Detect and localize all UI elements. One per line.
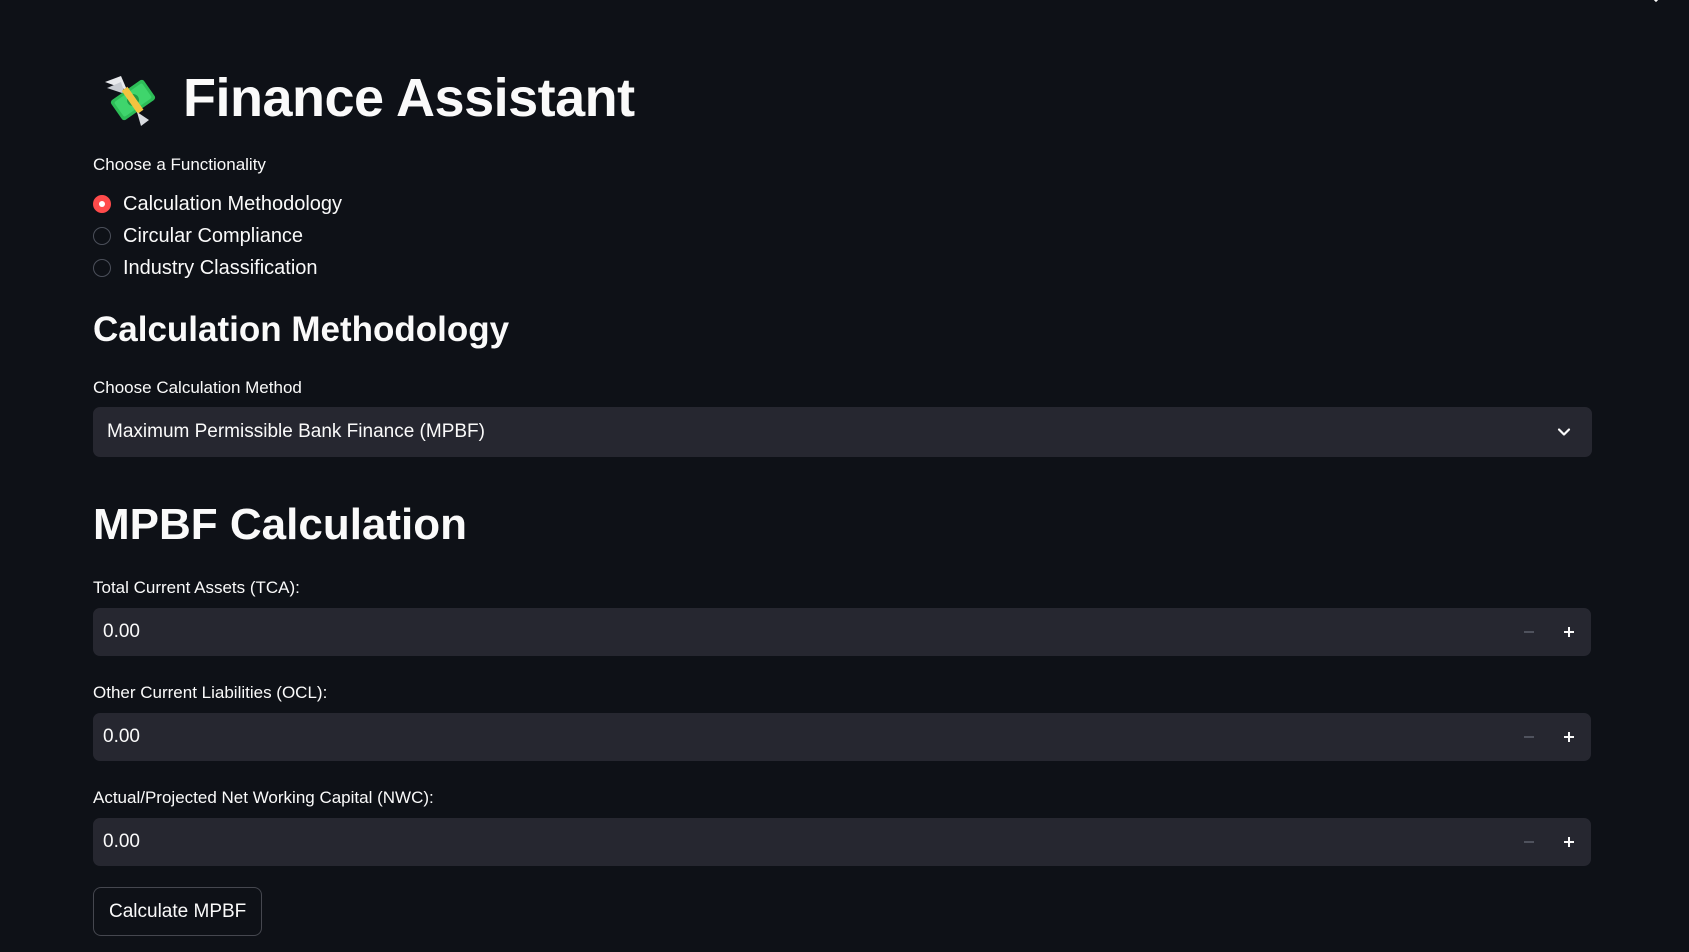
chevron-down-icon[interactable] [1554, 422, 1574, 442]
tca-input-wrapper [93, 607, 1591, 657]
plus-icon [1564, 627, 1574, 637]
radio-industry-classification[interactable]: Industry Classification [93, 252, 342, 284]
functionality-label: Choose a Functionality [93, 155, 266, 174]
app-page: $ Finance Assistant Choose a Functionali… [0, 0, 1689, 952]
plus-icon [1564, 732, 1574, 742]
mpbf-heading: MPBF Calculation [93, 500, 468, 549]
menu-icon[interactable] [1651, 0, 1661, 4]
radio-label: Industry Classification [123, 256, 318, 279]
select-value: Maximum Permissible Bank Finance (MPBF) [107, 421, 485, 442]
decrement-button[interactable] [1509, 818, 1549, 866]
tca-input[interactable] [93, 607, 1509, 657]
radio-label: Calculation Methodology [123, 192, 343, 215]
increment-button[interactable] [1549, 818, 1589, 866]
plus-icon [1564, 837, 1574, 847]
method-label: Choose Calculation Method [93, 378, 302, 397]
radio-label: Circular Compliance [123, 224, 304, 247]
increment-button[interactable] [1549, 608, 1589, 656]
ocl-input[interactable] [93, 712, 1509, 762]
radio-calculation-methodology[interactable]: Calculation Methodology [93, 188, 342, 220]
functionality-radio-group: Calculation Methodology Circular Complia… [93, 188, 342, 284]
nwc-input-wrapper [93, 817, 1591, 867]
radio-unselected-icon[interactable] [93, 227, 111, 245]
decrement-button[interactable] [1509, 713, 1549, 761]
nwc-input[interactable] [93, 817, 1509, 867]
money-with-wings-icon: $ [105, 76, 156, 126]
radio-unselected-icon[interactable] [93, 259, 111, 277]
page-title: Finance Assistant [183, 68, 635, 128]
decrement-button[interactable] [1509, 608, 1549, 656]
tca-label: Total Current Assets (TCA): [93, 578, 300, 597]
minus-icon [1524, 631, 1534, 633]
section-heading: Calculation Methodology [93, 310, 510, 349]
nwc-label: Actual/Projected Net Working Capital (NW… [93, 788, 434, 807]
radio-circular-compliance[interactable]: Circular Compliance [93, 220, 342, 252]
calculate-mpbf-button[interactable]: Calculate MPBF [93, 887, 263, 936]
ocl-input-wrapper [93, 712, 1591, 762]
ocl-label: Other Current Liabilities (OCL): [93, 683, 328, 702]
minus-icon [1524, 841, 1534, 843]
minus-icon [1524, 736, 1534, 738]
header: $ Finance Assistant [101, 62, 635, 134]
calculation-method-select[interactable]: Maximum Permissible Bank Finance (MPBF) [93, 407, 1592, 457]
radio-selected-icon[interactable] [93, 195, 111, 213]
increment-button[interactable] [1549, 713, 1589, 761]
